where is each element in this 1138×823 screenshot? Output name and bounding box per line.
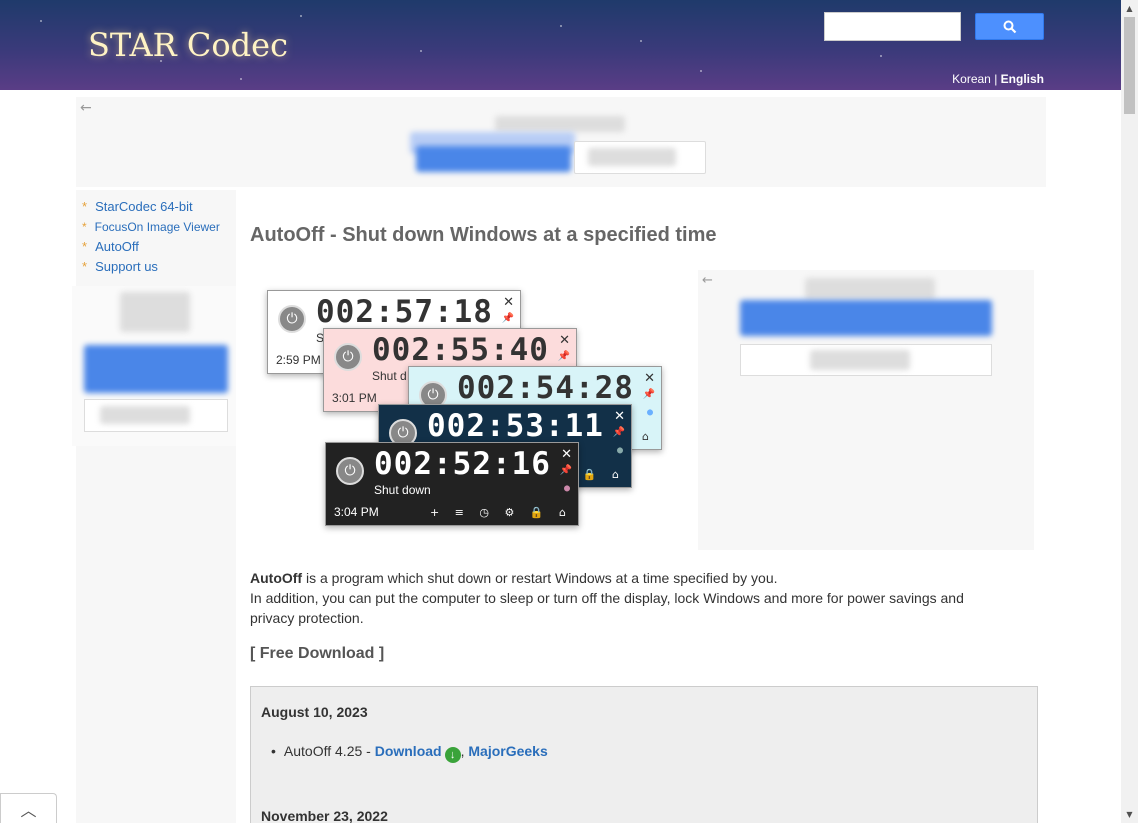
close-icon: ✕ xyxy=(644,371,655,386)
language-switch: Korean | English xyxy=(952,72,1044,86)
search-icon xyxy=(1003,20,1016,33)
ad-back-arrow-icon[interactable]: ← xyxy=(80,100,92,116)
download-link[interactable]: Download xyxy=(375,743,442,759)
color-drop-icon: ● xyxy=(646,407,653,418)
timer-countdown: 002:54:28 xyxy=(457,370,634,406)
sidebar-item-autooff[interactable]: * AutoOff xyxy=(82,237,220,257)
desc-line-1: is a program which shut down or restart … xyxy=(302,570,778,586)
sidebar-nav: * StarCodec 64-bit * FocusOn Image Viewer … xyxy=(82,197,220,277)
pin-icon: 📌 xyxy=(642,389,655,400)
timer-window-5: ⏻ 002:52:16 Shut down 3:04 PM ✕ 📌 ● + ≡ … xyxy=(325,442,579,526)
search-input[interactable] xyxy=(824,12,961,41)
close-icon: ✕ xyxy=(503,295,514,310)
search-button[interactable] xyxy=(975,13,1044,40)
ad-sidebar-button xyxy=(84,345,228,393)
close-icon: ✕ xyxy=(559,333,570,348)
download-box: August 10, 2023 • AutoOff 4.25 - Download… xyxy=(250,686,1038,823)
ad-right-blur-2 xyxy=(810,350,910,370)
sidebar-item-support[interactable]: * Support us xyxy=(82,257,220,277)
timer-clock: 3:04 PM xyxy=(334,505,379,519)
chevron-up-icon: ︿ xyxy=(20,800,37,820)
timer-countdown: 002:53:11 xyxy=(427,408,604,444)
product-name: AutoOff xyxy=(250,570,303,586)
timer-clock: 2:59 PM xyxy=(276,353,321,367)
toolbar-icons: + ≡ ◷ ⚙ 🔒 ⌂ xyxy=(429,506,572,519)
home-icon: ⌂ xyxy=(642,430,655,443)
timer-action: Shut d xyxy=(372,369,407,383)
ad-right-blur xyxy=(805,278,935,300)
sidebar-item-focuson[interactable]: * FocusOn Image Viewer xyxy=(82,217,220,237)
sidebar-item-starcodec[interactable]: * StarCodec 64-bit xyxy=(82,197,220,217)
pin-icon: 📌 xyxy=(612,427,625,438)
site-logo[interactable]: STAR Codec xyxy=(88,26,288,64)
scroll-up-icon[interactable]: ▲ xyxy=(1121,0,1138,17)
ad-back-arrow-icon[interactable]: ← xyxy=(702,273,713,288)
desc-line-2: In addition, you can put the computer to… xyxy=(250,590,964,626)
scroll-thumb[interactable] xyxy=(1124,17,1135,114)
release-date-2: November 23, 2022 xyxy=(261,808,388,823)
majorgeeks-link[interactable]: MajorGeeks xyxy=(468,743,547,759)
left-sidebar xyxy=(76,190,236,823)
collapse-toggle[interactable]: ︿ xyxy=(0,793,57,823)
ad-blur-button xyxy=(416,146,571,172)
site-header: STAR Codec Korean | English xyxy=(0,0,1121,90)
timer-clock: 3:01 PM xyxy=(332,391,377,405)
release-date: August 10, 2023 xyxy=(261,704,368,720)
pin-icon: 📌 xyxy=(559,465,572,476)
download-arrow-icon[interactable]: ↓ xyxy=(444,747,461,763)
timer-countdown: 002:52:16 xyxy=(374,446,551,482)
color-drop-icon: ● xyxy=(616,445,623,456)
timer-action: Shut down xyxy=(374,483,431,497)
ad-sidebar-blur xyxy=(120,292,190,332)
timer-countdown: 002:55:40 xyxy=(372,332,549,368)
scroll-down-icon[interactable]: ▼ xyxy=(1121,806,1138,823)
lang-english-link[interactable]: English xyxy=(1001,72,1044,86)
ad-blur-text-2 xyxy=(588,148,676,166)
power-icon: ⏻ xyxy=(336,457,364,485)
close-icon: ✕ xyxy=(561,447,572,462)
ad-right-button xyxy=(740,300,992,336)
download-item: • AutoOff 4.25 - Download ↓, MajorGeeks xyxy=(271,743,548,763)
color-drop-icon: ● xyxy=(563,483,570,494)
page-title: AutoOff - Shut down Windows at a specifi… xyxy=(250,224,717,246)
ad-blur-text xyxy=(495,116,625,132)
lang-korean-link[interactable]: Korean xyxy=(952,72,991,86)
close-icon: ✕ xyxy=(614,409,625,424)
product-description: AutoOff is a program which shut down or … xyxy=(250,568,1010,628)
power-icon: ⏻ xyxy=(334,343,362,371)
timer-countdown: 002:57:18 xyxy=(316,294,493,330)
vertical-scrollbar[interactable]: ▲ ▼ xyxy=(1121,0,1138,823)
pin-icon: 📌 xyxy=(557,351,570,362)
free-download-heading: [ Free Download ] xyxy=(250,645,385,662)
power-icon: ⏻ xyxy=(278,305,306,333)
ad-sidebar-blur-2 xyxy=(100,406,190,424)
pin-icon: 📌 xyxy=(501,313,514,324)
lang-separator: | xyxy=(994,72,998,86)
